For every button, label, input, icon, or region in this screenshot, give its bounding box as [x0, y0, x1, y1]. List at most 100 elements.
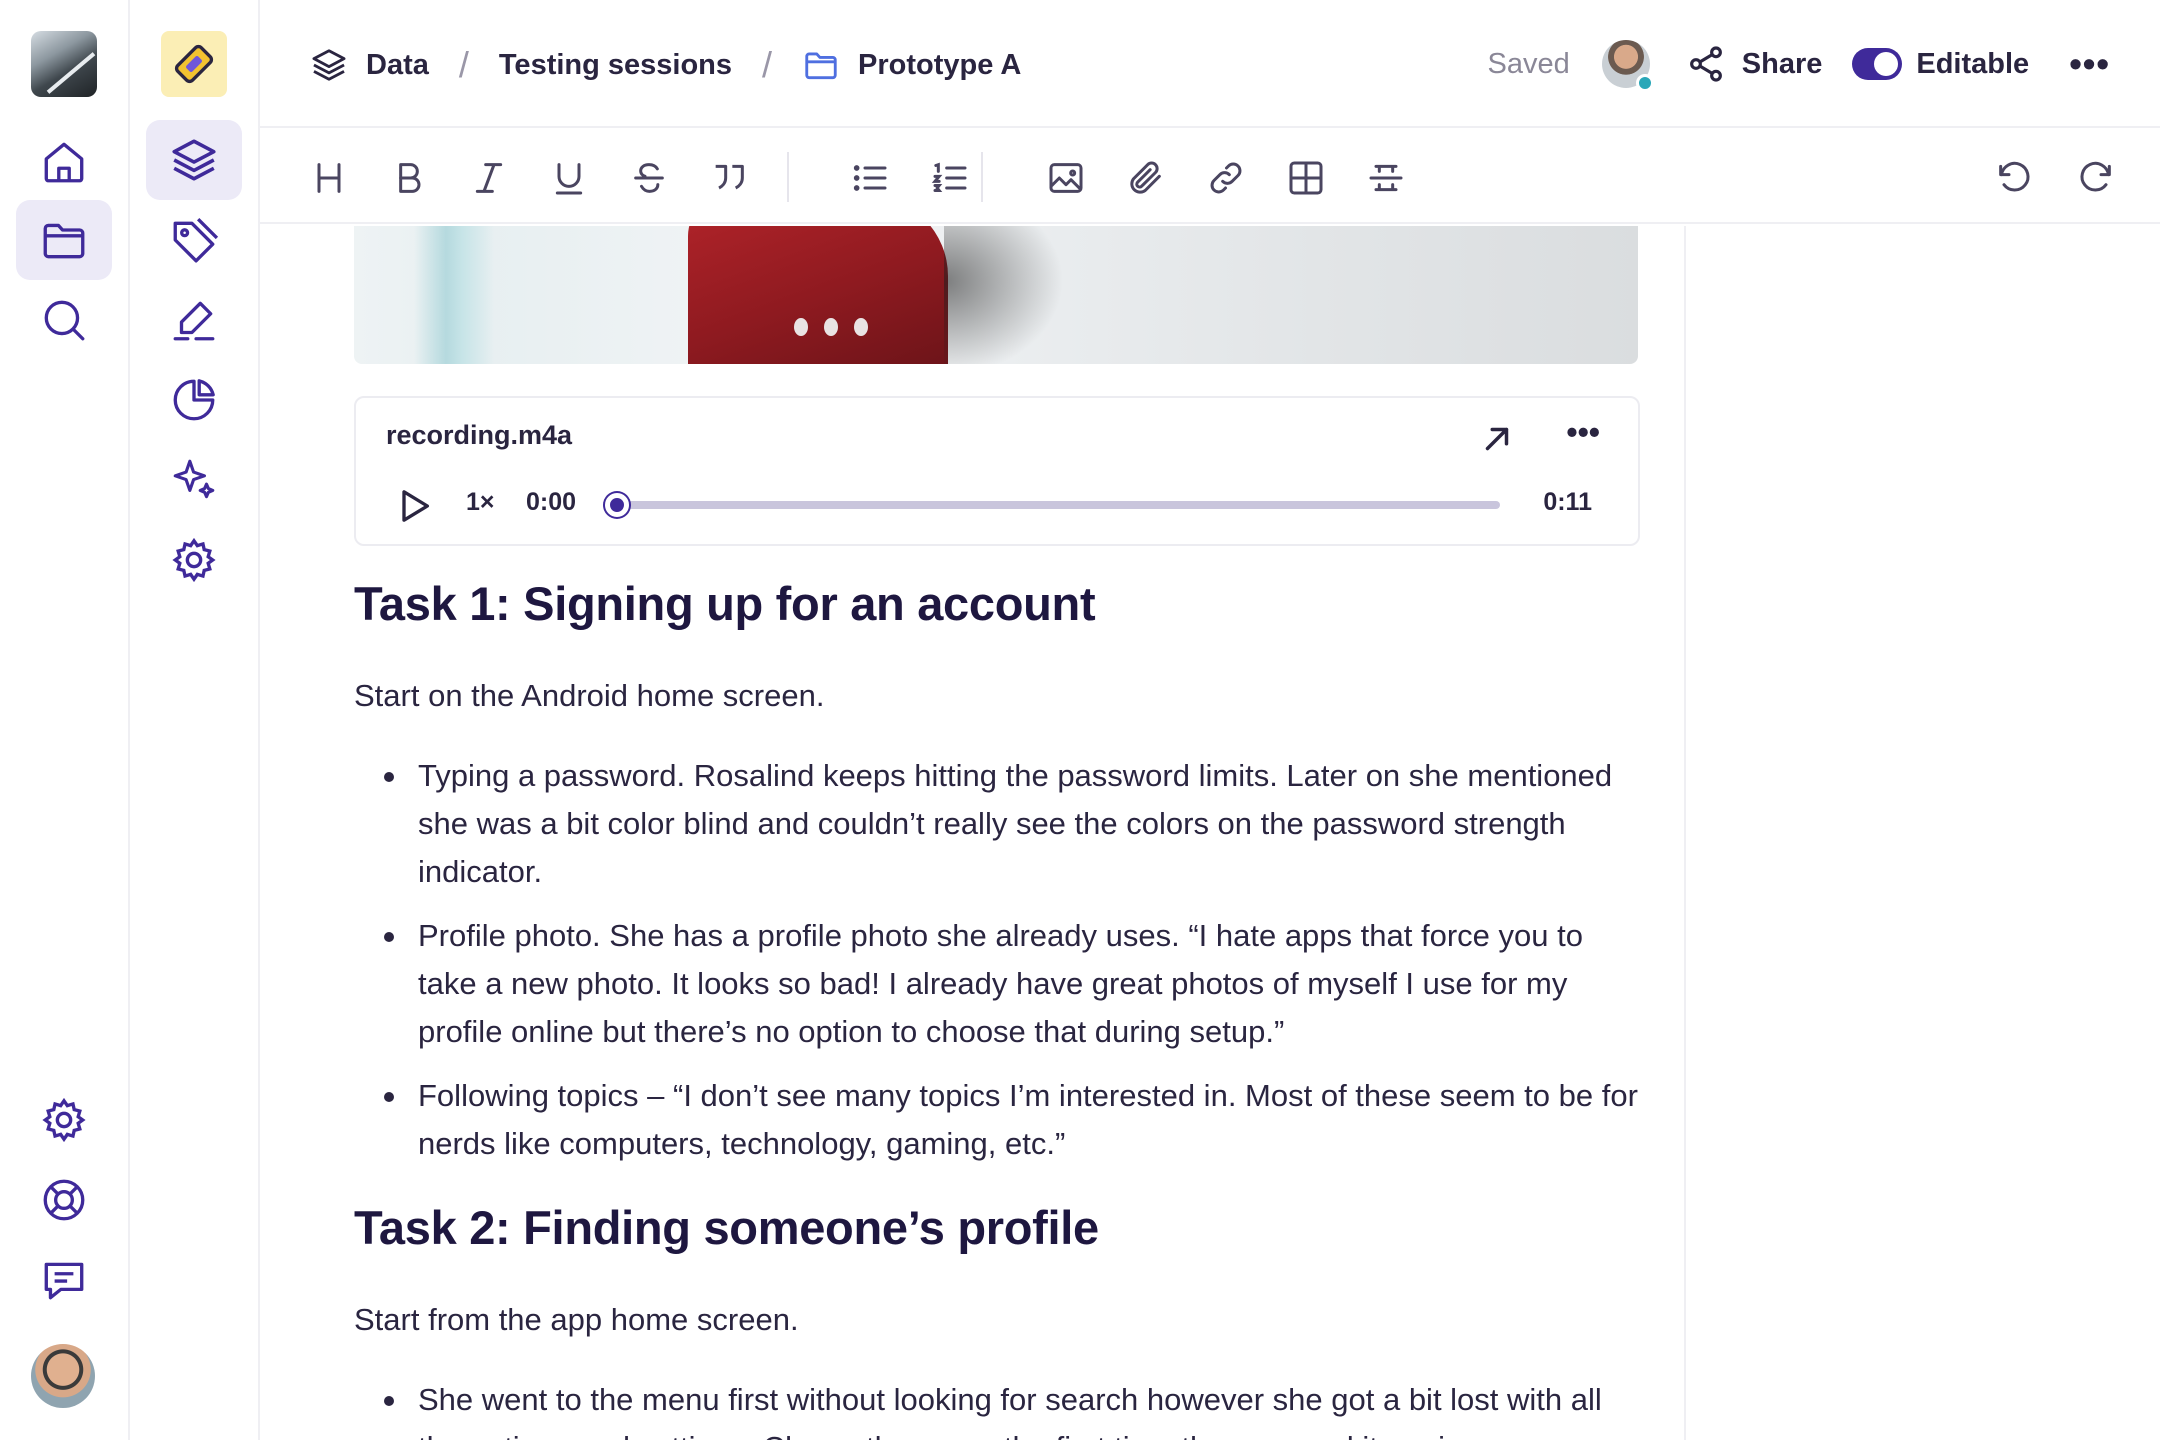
divider-button[interactable] — [1358, 150, 1414, 206]
highlights-button[interactable] — [146, 280, 242, 360]
audio-file-name: recording.m4a — [386, 420, 573, 450]
numbered-list-button[interactable] — [922, 150, 978, 206]
tags-button[interactable] — [146, 200, 242, 280]
breadcrumb-testing-sessions[interactable]: Testing sessions — [499, 49, 732, 82]
save-status: Saved — [1487, 47, 1570, 80]
italic-button[interactable] — [461, 150, 517, 206]
highlighter-icon — [173, 301, 215, 341]
redo-button[interactable] — [2068, 150, 2124, 206]
project-rail — [130, 0, 260, 1440]
underline-button[interactable] — [541, 150, 597, 206]
italic-icon — [475, 163, 503, 193]
layers-icon — [172, 139, 216, 181]
settings-button[interactable] — [16, 1080, 112, 1160]
heading-button[interactable] — [301, 150, 357, 206]
project-logo[interactable] — [161, 31, 227, 97]
search-button[interactable] — [16, 280, 112, 360]
editable-label: Editable — [1916, 47, 2030, 80]
breadcrumb-separator: / — [458, 44, 469, 85]
projects-button[interactable] — [16, 200, 112, 280]
bullet-list-button[interactable] — [842, 150, 898, 206]
workspace-logo[interactable] — [31, 31, 97, 97]
help-button[interactable] — [16, 1160, 112, 1240]
breadcrumb-label: Testing sessions — [498, 48, 733, 81]
collaborator-avatar[interactable] — [1601, 40, 1654, 92]
pie-chart-icon — [173, 379, 215, 421]
heading-icon — [317, 163, 341, 193]
toolbar-divider — [787, 152, 789, 202]
breadcrumb: Data / Testing sessions / Prototype A — [310, 40, 1021, 90]
user-avatar[interactable] — [31, 1344, 95, 1408]
ai-button[interactable] — [146, 440, 242, 520]
link-button[interactable] — [1198, 150, 1254, 206]
editable-toggle[interactable] — [1852, 48, 1903, 80]
breadcrumb-separator: / — [762, 44, 773, 85]
expand-icon[interactable] — [1478, 420, 1516, 458]
tag-icon — [173, 217, 219, 263]
attachment-button[interactable] — [1118, 150, 1174, 206]
quote-button[interactable] — [701, 150, 757, 206]
task1-intro: Start on the Android home screen. — [354, 678, 825, 713]
layers-icon — [312, 49, 346, 81]
undo-icon — [1999, 161, 2030, 192]
breadcrumb-prototype-a[interactable]: Prototype A — [802, 46, 1021, 84]
play-icon[interactable] — [394, 486, 434, 526]
more-options-button[interactable]: ••• — [2069, 46, 2110, 82]
underline-icon — [555, 163, 583, 195]
quote-icon — [715, 164, 744, 190]
project-settings-button[interactable] — [146, 520, 242, 600]
ticket-icon — [174, 44, 214, 84]
strikethrough-icon — [634, 163, 664, 193]
bold-button[interactable] — [381, 150, 437, 206]
list-item: Typing a password. Rosalind keeps hittin… — [354, 752, 1644, 896]
paperclip-icon — [1130, 161, 1161, 194]
audio-current-time: 0:00 — [526, 488, 577, 516]
audio-player: recording.m4a ••• 1× 0:00 0:11 — [354, 396, 1640, 546]
share-icon — [1689, 46, 1722, 82]
sparkles-icon — [173, 459, 215, 499]
breadcrumb-label: Data — [366, 48, 429, 81]
share-button[interactable]: Share — [1686, 44, 1822, 84]
list-item: She went to the menu first without looki… — [354, 1376, 1644, 1440]
redo-icon — [2080, 161, 2111, 192]
undo-button[interactable] — [1986, 150, 2042, 206]
breadcrumb-label: Prototype A — [858, 48, 1022, 81]
bullet-list-icon — [853, 165, 887, 191]
data-button[interactable] — [146, 120, 242, 200]
presence-indicator — [1635, 74, 1654, 92]
insights-button[interactable] — [146, 360, 242, 440]
gear-icon — [172, 537, 216, 583]
bold-icon — [399, 163, 421, 193]
numbered-list-icon — [931, 162, 967, 192]
audio-progress-handle[interactable] — [605, 493, 629, 517]
table-button[interactable] — [1278, 150, 1334, 206]
audio-duration: 0:11 — [1543, 488, 1592, 516]
breadcrumb-data[interactable]: Data — [310, 46, 429, 84]
gear-icon — [42, 1097, 86, 1143]
folder-icon — [43, 223, 85, 259]
lifebuoy-icon — [43, 1179, 85, 1221]
link-icon — [1210, 162, 1242, 194]
task1-heading: Task 1: Signing up for an account — [354, 577, 1096, 630]
embedded-photo — [354, 226, 1638, 364]
home-button[interactable] — [16, 122, 112, 202]
list-item: Following topics – “I don’t see many top… — [354, 1072, 1644, 1168]
feedback-button[interactable] — [16, 1240, 112, 1320]
image-button[interactable] — [1038, 150, 1094, 206]
task1-bullet-list: Typing a password. Rosalind keeps hittin… — [354, 752, 1644, 1184]
document-content: recording.m4a ••• 1× 0:00 0:11 Task 1: S… — [260, 226, 1686, 1440]
audio-more-button[interactable]: ••• — [1566, 416, 1600, 448]
chat-icon — [44, 1262, 84, 1300]
folder-icon — [805, 52, 837, 80]
strikethrough-button[interactable] — [621, 150, 677, 206]
header-actions: Saved Share Editable ••• — [1488, 34, 2110, 94]
image-icon — [1049, 163, 1083, 193]
primary-rail — [0, 0, 130, 1440]
playback-speed-button[interactable]: 1× — [466, 488, 495, 517]
toolbar-divider — [981, 152, 983, 202]
task2-bullet-list: She went to the menu first without looki… — [354, 1376, 1644, 1440]
formatting-toolbar — [260, 130, 2160, 224]
task2-intro: Start from the app home screen. — [354, 1302, 799, 1337]
search-icon — [44, 300, 85, 341]
audio-progress-slider[interactable] — [605, 493, 1500, 517]
